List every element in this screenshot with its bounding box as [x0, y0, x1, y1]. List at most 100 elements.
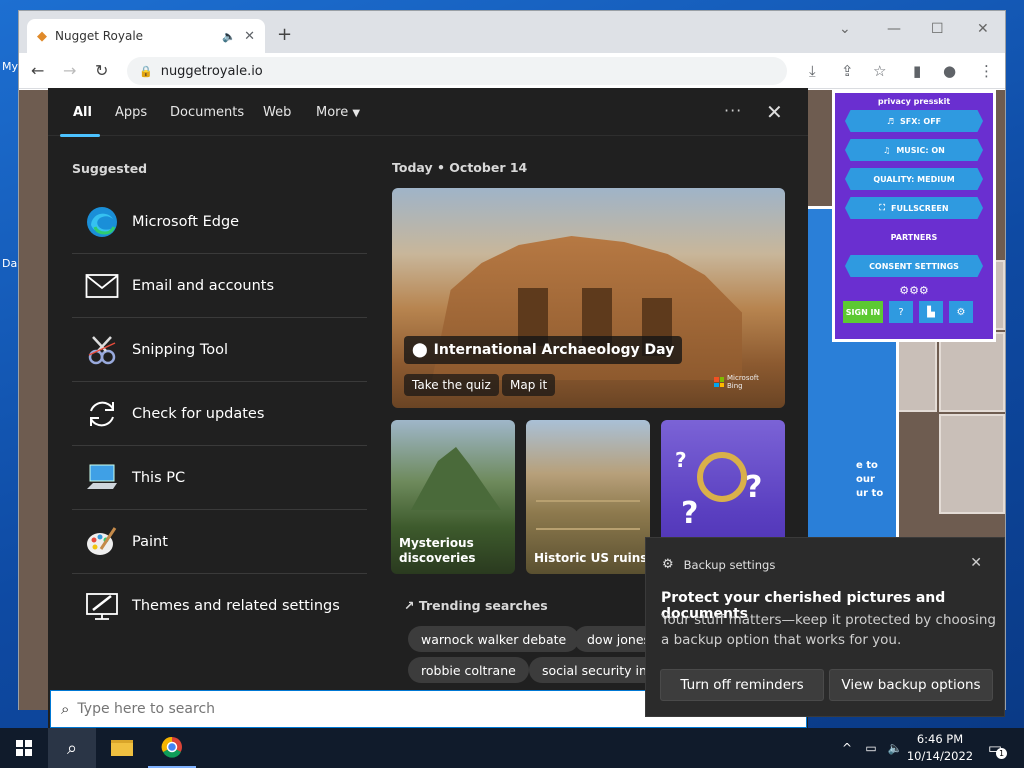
hero-card[interactable]: ⬤ International Archaeology Day Take the…: [392, 188, 785, 408]
forward-icon[interactable]: →: [63, 61, 76, 80]
tab-all[interactable]: All: [73, 105, 92, 120]
hero-title-text: International Archaeology Day: [433, 342, 675, 358]
caret-down-icon: ▼: [352, 108, 361, 119]
suggested-item-snipping[interactable]: Snipping Tool: [72, 318, 367, 382]
view-backup-options-button[interactable]: View backup options: [829, 669, 993, 701]
search-input[interactable]: [77, 701, 638, 717]
paint-icon: [72, 525, 132, 559]
sign-in-button[interactable]: SIGN IN: [843, 301, 883, 323]
question-mark-icon: ?: [745, 470, 763, 505]
taskbar: ⌕ ^ ▭ 🔈 6:46 PM 10/14/2022 ▭ 1: [0, 728, 1024, 768]
network-icon[interactable]: ▭: [860, 728, 882, 768]
windows-logo-icon: [16, 740, 32, 756]
trending-chip[interactable]: robbie coltrane: [408, 657, 529, 683]
profile-icon[interactable]: ●: [943, 62, 956, 80]
floor-tile: [939, 414, 1005, 514]
leaderboard-icon[interactable]: ▙: [919, 301, 943, 323]
partners-link[interactable]: PARTNERS: [845, 226, 983, 248]
fullscreen-icon: ⛶: [879, 203, 886, 212]
close-icon[interactable]: ✕: [766, 100, 783, 124]
music-label: MUSIC: ON: [896, 145, 945, 155]
url-text: nuggetroyale.io: [160, 63, 263, 79]
consent-settings-button[interactable]: CONSENT SETTINGS: [845, 255, 983, 277]
card-mysterious[interactable]: Mysterious discoveries: [391, 420, 515, 574]
active-tab-indicator: [60, 134, 100, 137]
maximize-icon[interactable]: ☐: [931, 21, 944, 37]
minimize-icon[interactable]: —: [887, 21, 901, 37]
tab-documents[interactable]: Documents: [170, 105, 244, 120]
side-panel-icon[interactable]: ▮: [913, 62, 921, 80]
question-mark-icon: ?: [675, 448, 687, 472]
suggested-item-paint[interactable]: Paint: [72, 510, 367, 574]
nugget-favicon-icon: ◆: [37, 28, 47, 44]
notification-icon: ▭ 1: [988, 739, 1008, 759]
question-mark-icon: ?: [681, 496, 699, 531]
consent-label: CONSENT SETTINGS: [869, 261, 959, 271]
sfx-label: SFX: OFF: [900, 116, 942, 126]
notifications-button[interactable]: ▭ 1: [980, 728, 1010, 768]
desktop-icon-label[interactable]: My: [2, 60, 18, 73]
fullscreen-button[interactable]: ⛶ FULLSCREEN: [845, 197, 983, 219]
clock[interactable]: 6:46 PM 10/14/2022: [906, 731, 974, 765]
more-options-icon[interactable]: ···: [724, 101, 742, 120]
sync-icon: [72, 397, 132, 431]
suggested-item-this-pc[interactable]: This PC: [72, 446, 367, 510]
suggested-item-email[interactable]: Email and accounts: [72, 254, 367, 318]
edge-icon: [72, 205, 132, 239]
privacy-presskit-link[interactable]: privacy presskit: [843, 97, 985, 106]
suggested-item-edge[interactable]: Microsoft Edge: [72, 190, 367, 254]
chrome-taskbar-button[interactable]: [148, 728, 196, 768]
side-text: ur to: [856, 488, 884, 499]
music-button[interactable]: ♫ MUSIC: ON: [845, 139, 983, 161]
new-tab-icon[interactable]: +: [277, 24, 292, 45]
menu-icon[interactable]: ⋮: [979, 62, 994, 80]
back-icon[interactable]: ←: [31, 61, 44, 80]
suggested-label: This PC: [132, 469, 186, 486]
close-window-icon[interactable]: ✕: [977, 21, 989, 37]
suggested-item-updates[interactable]: Check for updates: [72, 382, 367, 446]
install-icon[interactable]: ⤓: [809, 62, 816, 80]
reload-icon[interactable]: ↻: [95, 61, 108, 80]
today-heading: Today • October 14: [392, 160, 528, 175]
take-quiz-button[interactable]: Take the quiz: [404, 374, 499, 396]
sfx-button[interactable]: ♬ SFX: OFF: [845, 110, 983, 132]
map-it-button[interactable]: Map it: [502, 374, 556, 396]
desktop-icon-label[interactable]: Da: [2, 257, 17, 270]
toast-close-icon[interactable]: ✕: [970, 555, 982, 571]
trending-icon: ↗: [404, 598, 415, 613]
settings-gear-icon[interactable]: ⚙: [949, 301, 973, 323]
volume-icon[interactable]: 🔈: [884, 728, 906, 768]
card-historic-ruins[interactable]: Historic US ruins: [526, 420, 650, 574]
bookmark-star-icon[interactable]: ☆: [873, 62, 886, 80]
quality-button[interactable]: QUALITY: MEDIUM: [845, 168, 983, 190]
search-taskbar-button[interactable]: ⌕: [48, 728, 96, 768]
hero-title[interactable]: ⬤ International Archaeology Day: [404, 336, 683, 364]
tab-web[interactable]: Web: [263, 105, 291, 120]
mail-icon: [72, 273, 132, 299]
clock-time: 6:46 PM: [916, 732, 964, 746]
folder-icon: [111, 740, 133, 756]
card-label: Mysterious discoveries: [399, 536, 476, 565]
suggested-label: Themes and related settings: [132, 598, 340, 614]
tab-more[interactable]: More ▼: [316, 105, 360, 120]
chrome-icon: [161, 736, 182, 758]
help-icon[interactable]: ?: [889, 301, 913, 323]
trending-chip[interactable]: warnock walker debate: [408, 626, 580, 652]
speaker-icon[interactable]: 🔈: [222, 30, 236, 43]
suggested-item-themes[interactable]: Themes and related settings: [72, 574, 367, 638]
start-button[interactable]: [0, 728, 48, 768]
tab-apps[interactable]: Apps: [115, 105, 147, 120]
floor-tile: [939, 332, 1005, 412]
file-explorer-button[interactable]: [98, 728, 146, 768]
bing-logo: Microsoft Bing: [714, 374, 761, 390]
share-icon[interactable]: ⇪: [841, 62, 854, 80]
browser-tab[interactable]: ◆ Nugget Royale 🔈 ✕: [27, 19, 265, 53]
turn-off-reminders-button[interactable]: Turn off reminders: [660, 669, 824, 701]
gear-icon: ⚙: [662, 557, 674, 572]
chevron-up-icon[interactable]: ^: [838, 728, 856, 768]
url-field[interactable]: 🔒 nuggetroyale.io: [127, 57, 787, 85]
side-text: e to: [856, 460, 878, 471]
ruins-image: [536, 500, 640, 530]
tab-search-icon[interactable]: ⌄: [839, 21, 851, 37]
close-tab-icon[interactable]: ✕: [244, 29, 255, 44]
